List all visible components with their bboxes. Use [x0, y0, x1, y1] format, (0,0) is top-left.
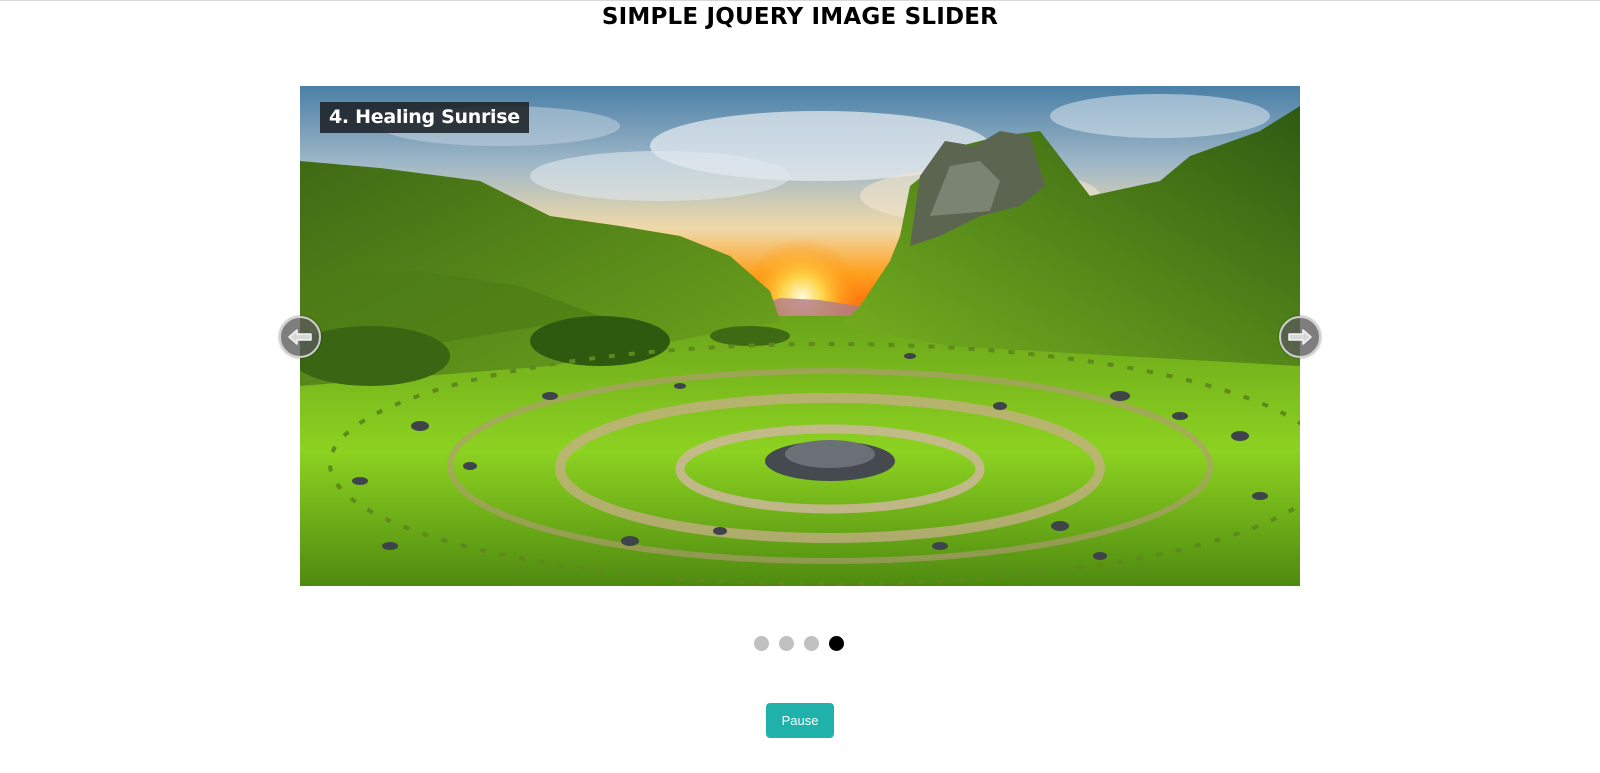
prev-slide-button[interactable]: [279, 316, 321, 358]
page-title: SIMPLE JQUERY IMAGE SLIDER: [601, 4, 999, 30]
slide-indicators: [0, 636, 1600, 651]
arrow-left-icon: [288, 329, 312, 345]
arrow-right-icon: [1288, 329, 1312, 345]
image-slider[interactable]: 4. Healing Sunrise: [300, 86, 1300, 586]
pause-button[interactable]: Pause: [766, 703, 834, 738]
top-divider: [0, 0, 1600, 1]
slide-dot-3[interactable]: [804, 636, 819, 651]
slide-dot-2[interactable]: [779, 636, 794, 651]
slide-dot-4[interactable]: [829, 636, 844, 651]
slide-image: [300, 86, 1300, 586]
next-slide-button[interactable]: [1279, 316, 1321, 358]
slide-caption: 4. Healing Sunrise: [320, 102, 529, 133]
slide-dot-1[interactable]: [754, 636, 769, 651]
